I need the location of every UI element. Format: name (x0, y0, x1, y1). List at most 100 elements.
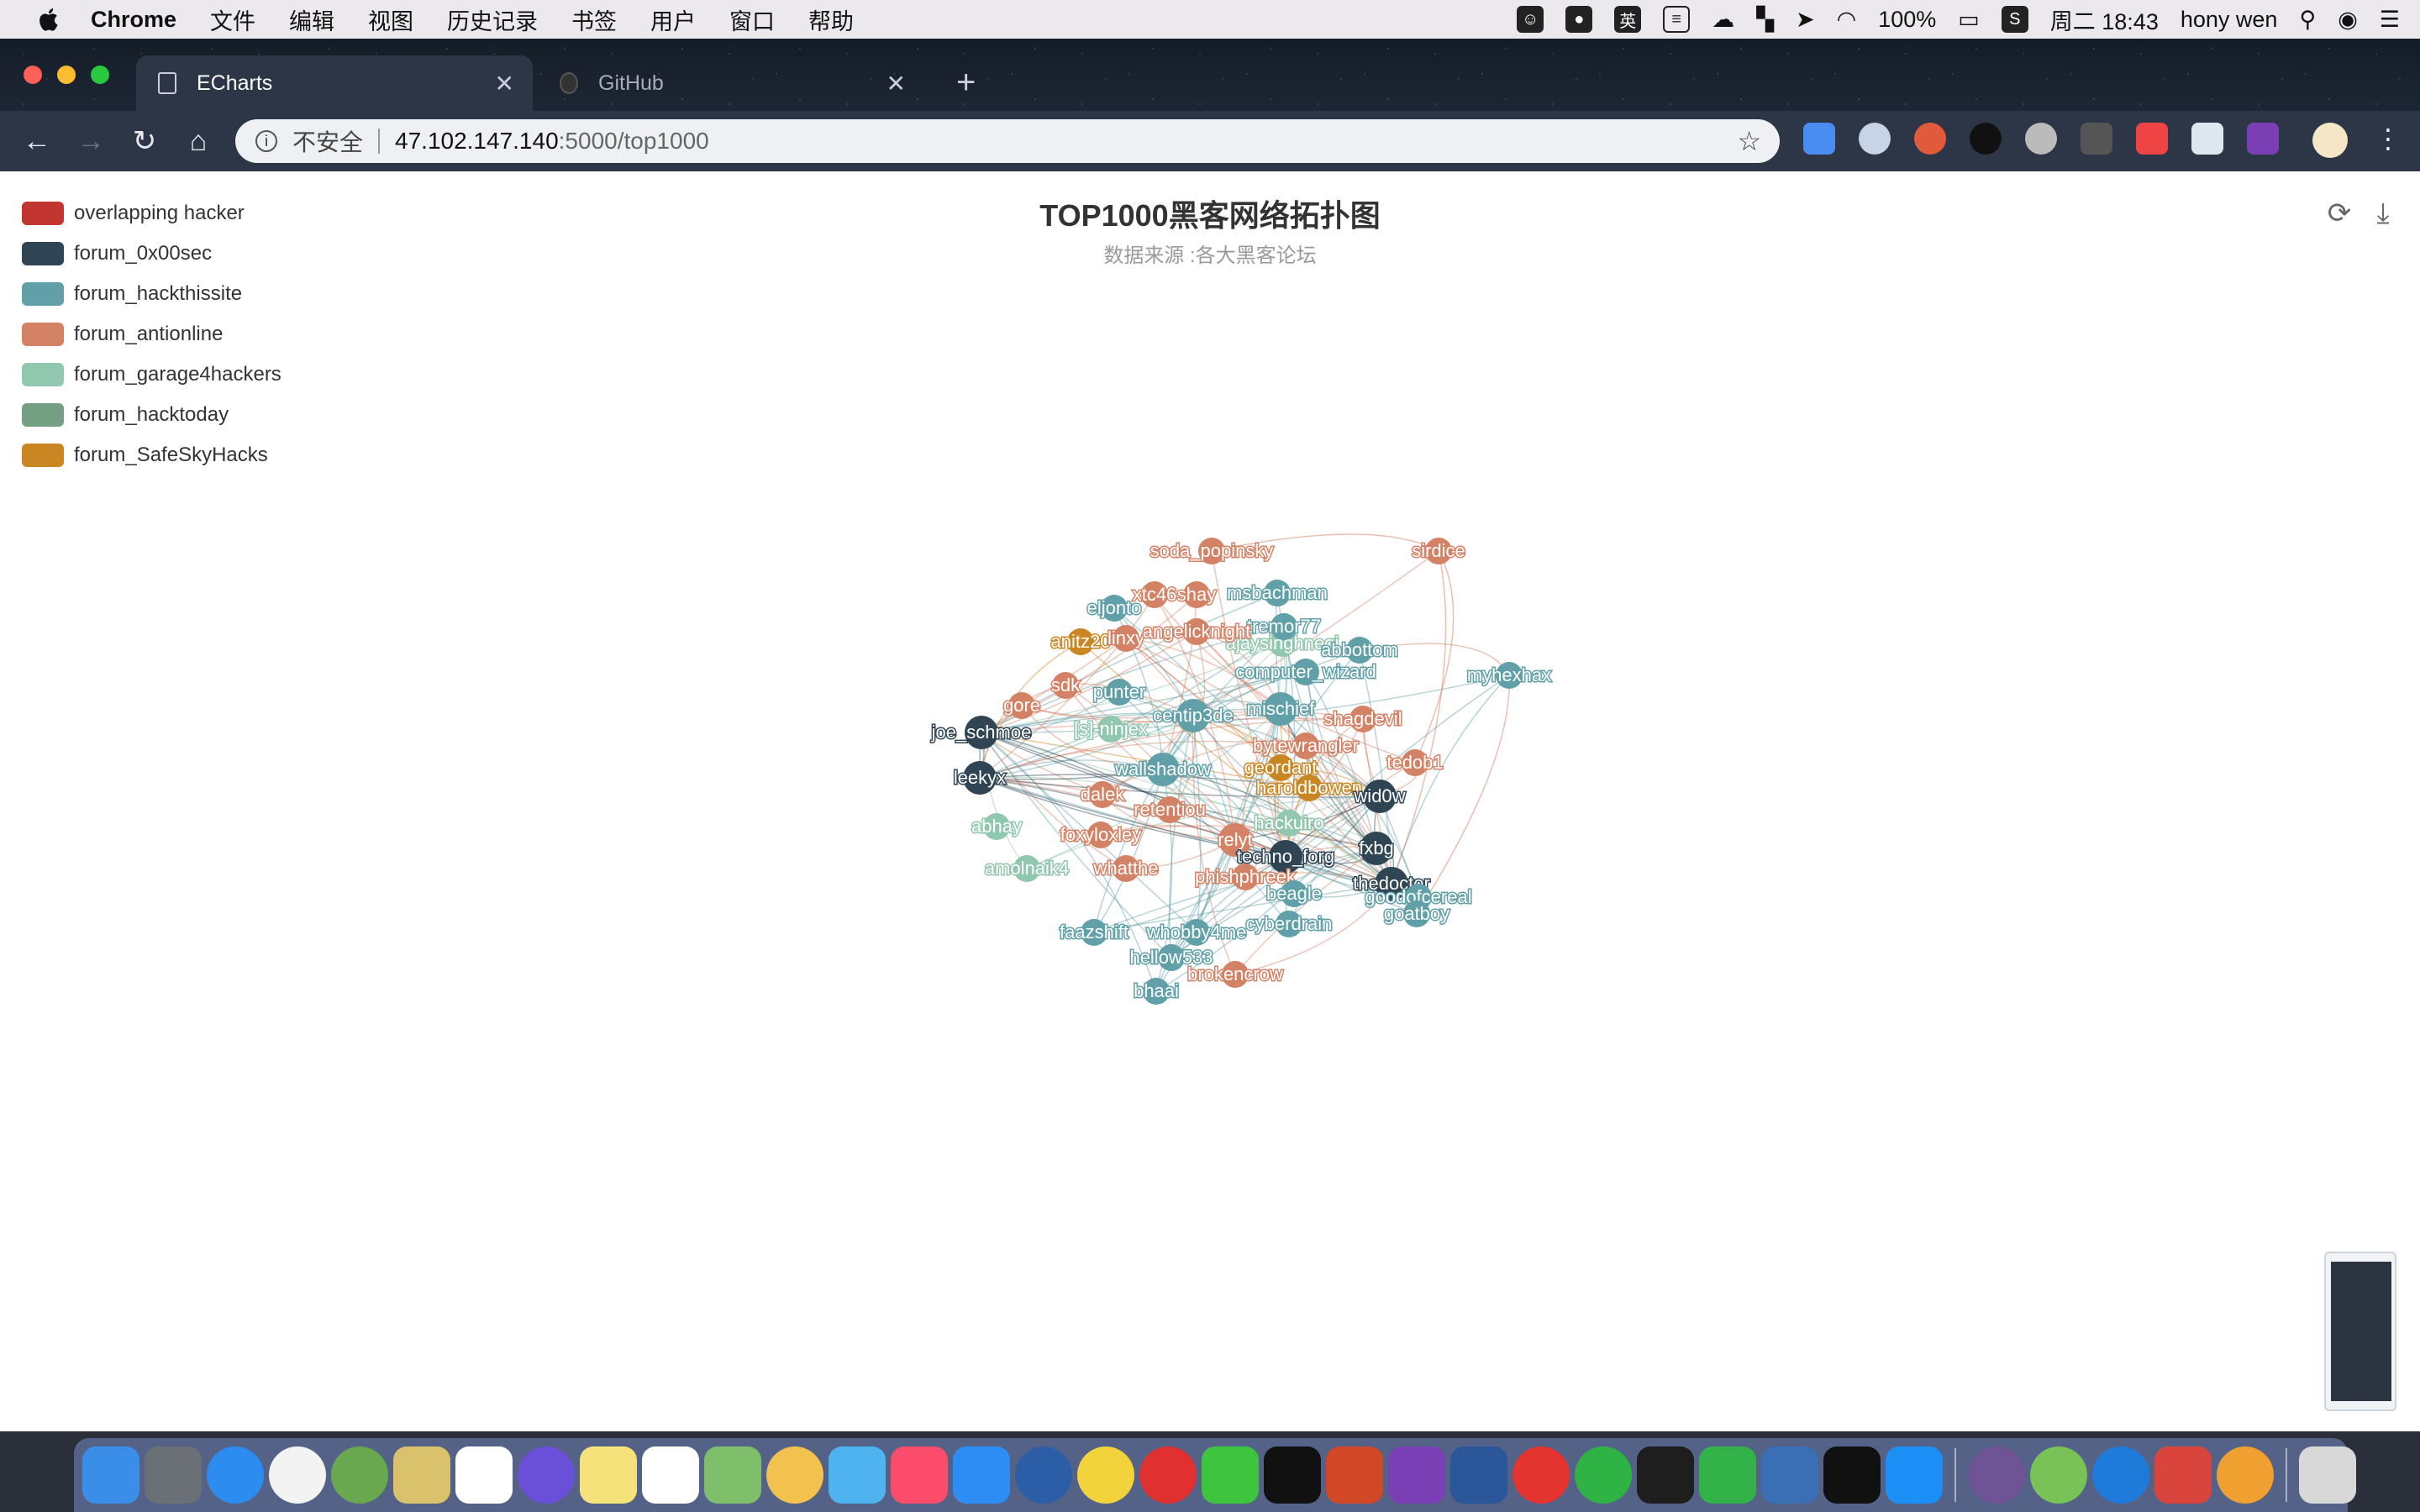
close-icon[interactable]: ✕ (886, 70, 906, 97)
legend-item-0x00sec[interactable]: forum_0x00sec (22, 234, 281, 274)
menu-history[interactable]: 历史记录 (447, 3, 538, 36)
extension-icon[interactable] (2191, 123, 2223, 155)
info-icon[interactable]: i (255, 130, 277, 152)
extension-icon[interactable] (2136, 123, 2168, 155)
safari-icon[interactable] (207, 1446, 264, 1504)
tab-github[interactable]: GitHub ✕ (538, 55, 924, 111)
app-icon[interactable] (2217, 1446, 2274, 1504)
menu-people[interactable]: 用户 (650, 3, 696, 36)
network-graph[interactable]: soda_popinsky sirdicemsbachmanxtc46 shayel… (0, 171, 2420, 1431)
parallels-icon[interactable] (2154, 1446, 2212, 1504)
app-icon[interactable] (1077, 1446, 1134, 1504)
photos-icon[interactable] (766, 1446, 823, 1504)
word-icon[interactable] (1450, 1446, 1507, 1504)
app-icon[interactable] (1575, 1446, 1632, 1504)
apple-icon[interactable] (35, 6, 60, 33)
extension-icon[interactable] (1970, 123, 2002, 155)
battery-percent[interactable]: 100% (1878, 7, 1936, 33)
restore-icon[interactable]: ⟳ (2323, 197, 2356, 230)
legend-item-garage4hackers[interactable]: forum_garage4hackers (22, 354, 281, 395)
window-zoom-button[interactable] (91, 66, 109, 84)
cloud-icon[interactable]: ☁ (1712, 7, 1734, 33)
download-icon[interactable]: ⤓ (2366, 197, 2400, 230)
onenote-icon[interactable] (1388, 1446, 1445, 1504)
tab-echarts[interactable]: ECharts ✕ (136, 55, 533, 111)
avatar[interactable] (2312, 123, 2348, 158)
close-icon[interactable]: ✕ (495, 70, 514, 97)
window-close-button[interactable] (24, 66, 42, 84)
home-button[interactable]: ⌂ (182, 124, 215, 158)
maps-icon[interactable] (704, 1446, 761, 1504)
trash-icon[interactable] (2299, 1446, 2356, 1504)
xcode-icon[interactable] (1886, 1446, 1943, 1504)
app-icon[interactable] (331, 1446, 388, 1504)
intellij-icon[interactable] (1823, 1446, 1881, 1504)
extension-icon[interactable] (2025, 123, 2057, 155)
window-thumbnail[interactable] (2324, 1252, 2396, 1411)
launchpad-icon[interactable] (145, 1446, 202, 1504)
qq-penguin-icon[interactable] (1264, 1446, 1321, 1504)
siri-icon[interactable] (518, 1446, 575, 1504)
forward-button[interactable]: → (74, 124, 108, 158)
reminders-icon[interactable] (642, 1446, 699, 1504)
legend-item-hacktoday[interactable]: forum_hacktoday (22, 395, 281, 435)
more-menu-icon[interactable]: ⋮ (2375, 123, 2402, 155)
app-icon[interactable] (1512, 1446, 1570, 1504)
clock[interactable]: 周二 18:43 (2050, 3, 2159, 36)
chrome-icon[interactable] (269, 1446, 326, 1504)
onenote-extension-icon[interactable] (2247, 123, 2279, 155)
extension-icon[interactable] (1859, 123, 1891, 155)
pycharm-icon[interactable] (1637, 1446, 1694, 1504)
appstore-icon[interactable] (953, 1446, 1010, 1504)
menu-bookmarks[interactable]: 书签 (571, 3, 617, 36)
legend-item-safeskyhacks[interactable]: forum_SafeSkyHacks (22, 435, 281, 475)
user-name[interactable]: hony wen (2181, 7, 2278, 33)
messages-icon[interactable] (829, 1446, 886, 1504)
address-bar[interactable]: i 不安全 47.102.147.140 :5000/top1000 ☆ (235, 119, 1780, 163)
security-label[interactable]: 不安全 (292, 124, 363, 158)
menu-app-name[interactable]: Chrome (91, 7, 176, 33)
hbuilder-icon[interactable] (1699, 1446, 1756, 1504)
wechat-icon[interactable] (1202, 1446, 1259, 1504)
menu-window[interactable]: 窗口 (729, 3, 775, 36)
status-mic-icon[interactable]: ● (1565, 6, 1593, 33)
battery-icon[interactable]: ▭ (1958, 7, 1980, 33)
legend-item-overlapping[interactable]: overlapping hacker (22, 193, 281, 234)
spotlight-search-icon[interactable]: ⚲ (2299, 7, 2316, 33)
status-send-icon[interactable]: ➤ (1796, 7, 1815, 33)
extension-icon[interactable] (1914, 123, 1946, 155)
back-button[interactable]: ← (20, 124, 54, 158)
preview-icon[interactable] (393, 1446, 450, 1504)
siri-status-icon[interactable]: ◉ (2338, 7, 2358, 33)
music-icon[interactable] (891, 1446, 948, 1504)
status-s-icon[interactable]: S (2001, 6, 2028, 33)
status-keyboard-icon[interactable]: ≡ (1663, 6, 1691, 33)
menu-view[interactable]: 视图 (368, 3, 413, 36)
status-grid-icon[interactable]: ▚ (1756, 7, 1774, 33)
netease-music-icon[interactable] (1139, 1446, 1197, 1504)
input-method-icon[interactable]: 英 (1614, 6, 1642, 33)
window-minimize-button[interactable] (57, 66, 76, 84)
legend-item-antionline[interactable]: forum_antionline (22, 314, 281, 354)
url-host[interactable]: 47.102.147.140 (395, 128, 559, 155)
menu-edit[interactable]: 编辑 (289, 3, 334, 36)
menu-help[interactable]: 帮助 (808, 3, 854, 36)
notes-icon[interactable] (580, 1446, 637, 1504)
reload-button[interactable]: ↻ (128, 124, 161, 158)
status-app-icon[interactable]: ☺ (1517, 6, 1544, 33)
legend-item-hackthissite[interactable]: forum_hackthissite (22, 274, 281, 314)
powerpoint-icon[interactable] (1326, 1446, 1383, 1504)
bookmark-star-icon[interactable]: ☆ (1737, 125, 1761, 157)
calendar-icon[interactable] (455, 1446, 513, 1504)
android-studio-icon[interactable] (2030, 1446, 2087, 1504)
notification-center-icon[interactable]: ☰ (2380, 7, 2400, 33)
url-path[interactable]: :5000/top1000 (559, 128, 709, 155)
new-tab-button[interactable]: + (956, 64, 976, 102)
finder-icon[interactable] (82, 1446, 139, 1504)
qq-icon[interactable] (1015, 1446, 1072, 1504)
wifi-icon[interactable]: ◠ (1837, 7, 1857, 33)
vscode-icon[interactable] (1761, 1446, 1818, 1504)
github-desktop-icon[interactable] (1968, 1446, 2025, 1504)
app-icon[interactable] (2092, 1446, 2149, 1504)
translate-extension-icon[interactable] (1803, 123, 1835, 155)
